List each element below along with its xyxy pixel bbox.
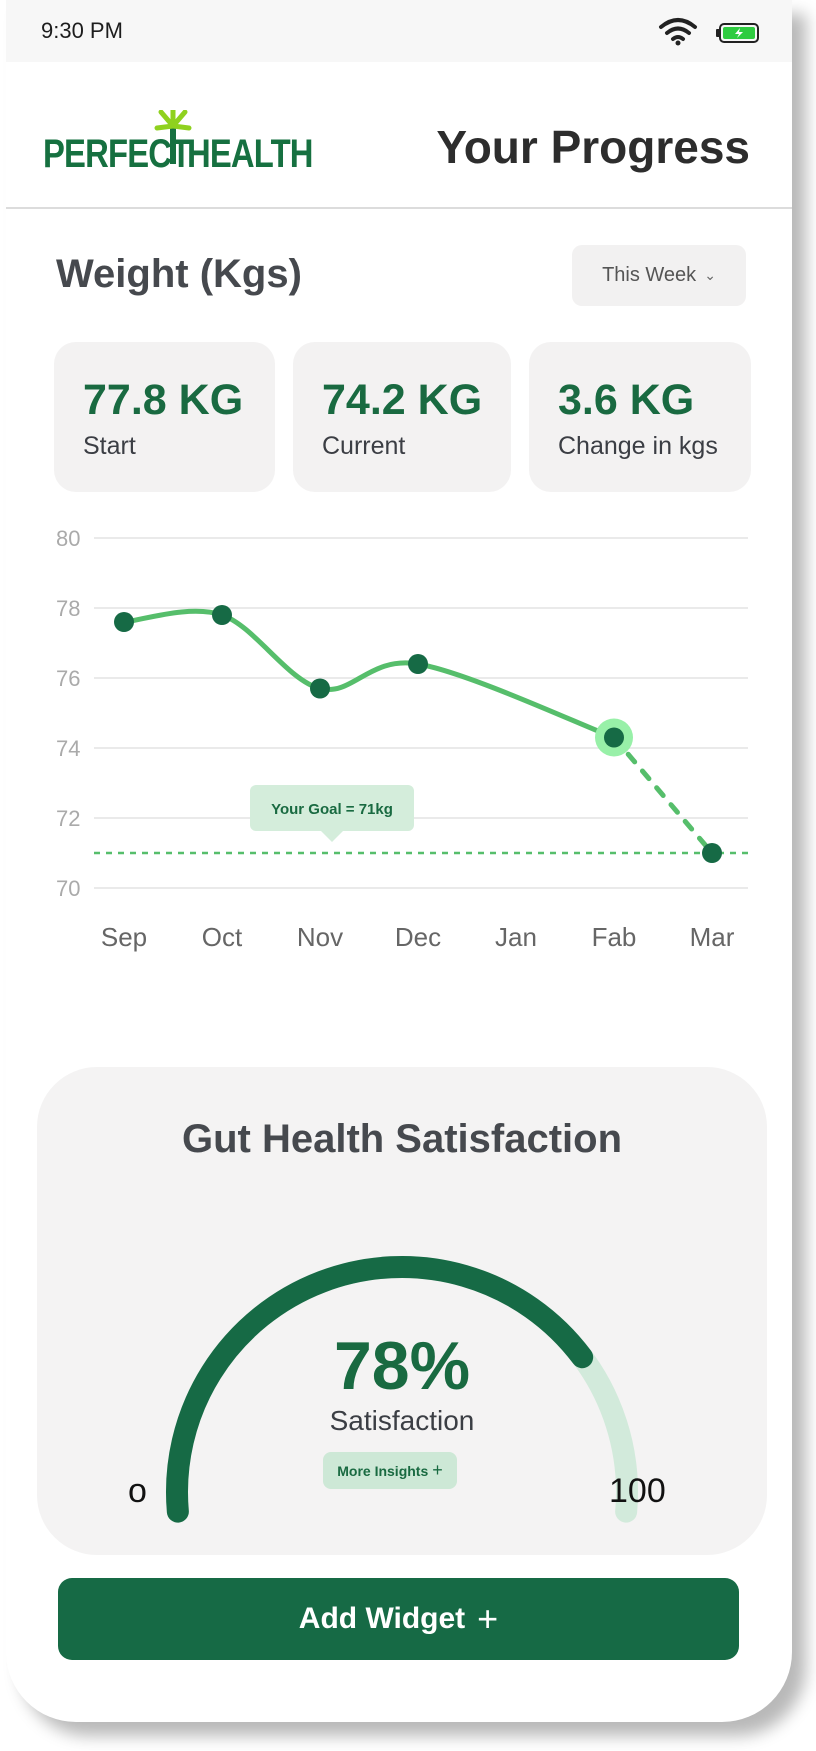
gut-health-card: Gut Health Satisfaction 78% Satisfaction… <box>37 1067 767 1555</box>
data-point <box>702 843 722 863</box>
stat-value: 74.2 KG <box>322 376 483 424</box>
battery-icon <box>716 23 759 43</box>
data-point <box>114 612 134 632</box>
stat-value: 77.8 KG <box>83 376 244 424</box>
period-dropdown[interactable]: This Week ⌄ <box>572 245 746 306</box>
data-point <box>310 678 330 699</box>
weight-section-title: Weight (Kgs) <box>56 252 302 296</box>
stat-label: Change in kgs <box>558 432 718 460</box>
x-tick-label: Sep <box>101 922 147 952</box>
x-tick-label: Jan <box>495 922 537 952</box>
period-dropdown-value: This Week <box>602 264 697 286</box>
plus-icon: + <box>432 1460 443 1480</box>
add-widget-label: Add Widget <box>298 1602 466 1635</box>
wifi-icon <box>659 18 697 46</box>
app-header: PERFECT HEALTH Your Progress <box>6 62 792 209</box>
goal-tooltip-label: Your Goal = 71kg <box>271 801 393 818</box>
page-title: Your Progress <box>436 121 750 173</box>
stat-card-current: 74.2 KG Current <box>293 342 511 492</box>
goal-tooltip-pointer <box>320 830 344 842</box>
chevron-down-icon: ⌄ <box>704 267 716 283</box>
y-tick-label: 72 <box>56 806 80 831</box>
logo-text-health: HEALTH <box>187 132 313 176</box>
add-widget-button[interactable]: Add Widget + <box>58 1578 739 1660</box>
data-point <box>408 654 428 674</box>
y-tick-label: 80 <box>56 526 80 551</box>
weight-line-chart: 80 78 76 74 72 70 Sep Oct Nov Dec Jan Fab Mar Your Go… <box>56 526 748 952</box>
data-point <box>604 727 624 748</box>
x-tick-label: Dec <box>395 922 441 952</box>
status-time: 9:30 PM <box>41 18 123 43</box>
projection-line <box>611 735 715 856</box>
x-tick-label: Nov <box>297 922 343 952</box>
phone-screen: 9:30 PM PERFECT HEALTH Your Progress Wei… <box>6 0 792 1722</box>
plus-icon: + <box>477 1598 499 1639</box>
brand-logo[interactable]: PERFECT HEALTH <box>43 110 313 176</box>
x-tick-label: Fab <box>592 922 637 952</box>
status-bar: 9:30 PM <box>6 0 792 62</box>
y-tick-label: 74 <box>56 736 80 761</box>
gut-health-title: Gut Health Satisfaction <box>181 1117 623 1161</box>
stat-card-change: 3.6 KG Change in kgs <box>529 342 751 492</box>
weight-line <box>121 608 617 740</box>
x-tick-label: Mar <box>690 922 735 952</box>
satisfaction-caption: Satisfaction <box>329 1405 475 1436</box>
y-tick-label: 76 <box>56 666 80 691</box>
satisfaction-percent: 78% <box>333 1328 471 1404</box>
x-tick-label: Oct <box>202 922 243 952</box>
stat-label: Start <box>83 432 136 460</box>
stat-value: 3.6 KG <box>558 376 695 424</box>
data-point <box>212 605 232 625</box>
more-insights-label: More Insights <box>337 1462 429 1479</box>
gauge-min-label: o <box>128 1472 147 1510</box>
stat-card-start: 77.8 KG Start <box>54 342 275 492</box>
more-insights-button[interactable]: More Insights + <box>323 1452 457 1489</box>
stat-label: Current <box>322 432 406 460</box>
gauge-max-label: 100 <box>609 1472 666 1510</box>
y-tick-label: 70 <box>56 876 80 901</box>
y-tick-label: 78 <box>56 596 80 621</box>
